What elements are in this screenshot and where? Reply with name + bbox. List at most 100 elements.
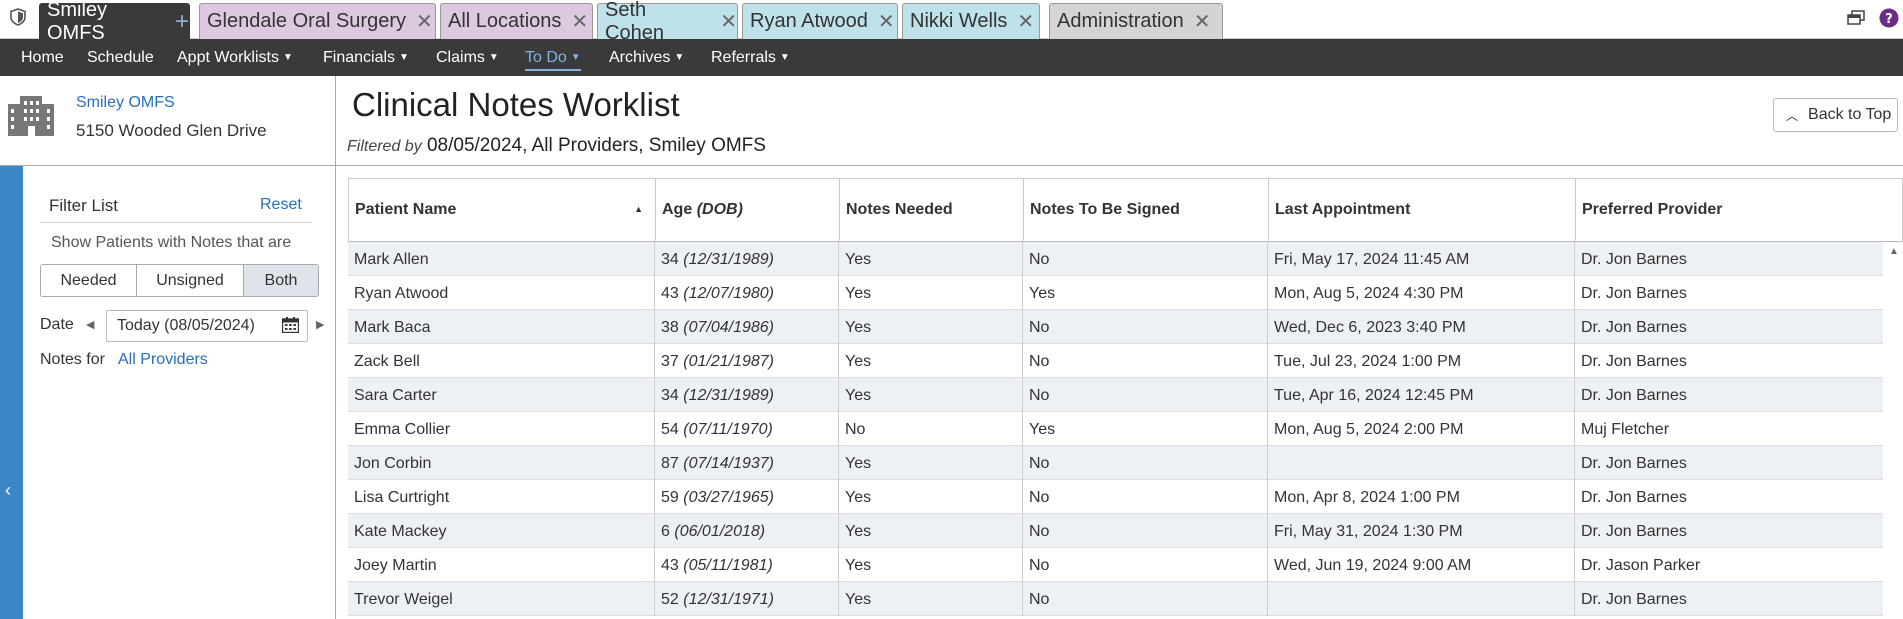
menu-home[interactable]: Home — [21, 49, 64, 67]
menu-claims[interactable]: Claims ▼ — [436, 49, 499, 67]
cell-last-appt: Wed, Dec 6, 2023 3:40 PM — [1268, 310, 1575, 344]
cell-age: 59 — [661, 489, 679, 506]
tab-nikki-wells[interactable]: Nikki Wells ✕ — [902, 3, 1040, 39]
table-row[interactable]: Trevor Weigel 52 (12/31/1971) Yes No Dr. Jon… — [348, 582, 1883, 616]
tab-glendale-oral-surgery[interactable]: Glendale Oral Surgery ✕ — [199, 3, 436, 39]
filter-reset-link[interactable]: Reset — [260, 196, 302, 214]
cell-to-sign: No — [1023, 310, 1268, 344]
close-icon[interactable]: ✕ — [720, 12, 737, 32]
table-row[interactable]: Jon Corbin 87 (07/14/1937) Yes No Dr. Jon Ba… — [348, 446, 1883, 480]
cell-to-sign: No — [1023, 344, 1268, 378]
page-title: Clinical Notes Worklist — [352, 86, 680, 123]
menu-referrals[interactable]: Referrals ▼ — [711, 49, 790, 67]
table-row[interactable]: Joey Martin 43 (05/11/1981) Yes No Wed, Jun … — [348, 548, 1883, 582]
cell-provider: Dr. Jon Barnes — [1581, 489, 1687, 506]
table-row[interactable]: Emma Collier 54 (07/11/1970) No Yes Mon, Aug… — [348, 412, 1883, 446]
table-row[interactable]: Kate Mackey 6 (06/01/2018) Yes No Fri, May 3… — [348, 514, 1883, 548]
caret-down-icon: ▼ — [570, 52, 581, 63]
table-row[interactable]: Mark Baca 38 (07/04/1986) Yes No Wed, Dec 6,… — [348, 310, 1883, 344]
table-row[interactable]: Zack Bell 37 (01/21/1987) Yes No Tue, Jul 23… — [348, 344, 1883, 378]
window-restore-icon[interactable] — [1847, 10, 1865, 26]
cell-age: 38 — [661, 319, 679, 336]
providers-filter-link[interactable]: All Providers — [118, 351, 208, 369]
cell-needed: Yes — [839, 582, 1023, 616]
column-label-dob: (DOB) — [696, 201, 743, 218]
column-label: Notes To Be Signed — [1030, 201, 1180, 218]
tab-seth-cohen[interactable]: Seth Cohen ✕ — [597, 0, 738, 44]
menu-label: Claims — [436, 49, 485, 66]
add-tab-icon[interactable]: + — [175, 9, 189, 34]
practice-name-link[interactable]: Smiley OMFS — [76, 94, 175, 112]
table-row[interactable]: Mark Allen 34 (12/31/1989) Yes No Fri, May 1… — [348, 242, 1883, 276]
col-patient-name[interactable]: Patient Name ▲ — [349, 179, 656, 242]
cell-provider: Dr. Jon Barnes — [1581, 353, 1687, 370]
close-icon[interactable]: ✕ — [878, 12, 895, 32]
help-icon[interactable]: ? — [1879, 8, 1899, 28]
filter-sidebar: ‹ Filter List Reset Show Patients with N… — [0, 166, 336, 619]
cell-to-sign: No — [1023, 446, 1268, 480]
menu-appt-worklists[interactable]: Appt Worklists ▼ — [177, 49, 293, 67]
caret-down-icon: ▼ — [674, 52, 685, 63]
menu-schedule[interactable]: Schedule — [87, 49, 154, 67]
cell-age-dob: 43 (12/07/1980) — [655, 276, 839, 310]
sidebar-collapse-bar[interactable]: ‹ — [0, 166, 23, 619]
col-age-dob[interactable]: Age (DOB) — [656, 179, 840, 242]
cell-age-dob: 37 (01/21/1987) — [655, 344, 839, 378]
table-row[interactable]: Lisa Curtright 59 (03/27/1965) Yes No Mon, A… — [348, 480, 1883, 514]
toggle-needed-button[interactable]: Needed — [41, 265, 137, 296]
cell-last-appt: Fri, May 17, 2024 11:45 AM — [1268, 242, 1575, 276]
practice-address: 5150 Wooded Glen Drive — [76, 121, 267, 140]
cell-needed: Yes — [839, 310, 1023, 344]
cell-age: 37 — [661, 353, 679, 370]
cell-name: Kate Mackey — [348, 514, 655, 548]
menu-financials[interactable]: Financials ▼ — [323, 49, 409, 67]
close-icon[interactable]: ✕ — [416, 12, 433, 32]
close-icon[interactable]: ✕ — [1194, 12, 1211, 32]
cell-provider: Dr. Jon Barnes — [1581, 387, 1687, 404]
menu-label: Archives — [609, 49, 671, 66]
tab-administration[interactable]: Administration ✕ — [1049, 3, 1223, 39]
calendar-icon[interactable] — [282, 317, 299, 333]
col-notes-to-be-signed[interactable]: Notes To Be Signed — [1024, 179, 1269, 242]
column-label: Preferred Provider — [1582, 201, 1723, 218]
cell-dob: (05/11/1981) — [683, 557, 773, 574]
col-notes-needed[interactable]: Notes Needed — [840, 179, 1024, 242]
tab-smiley-omfs[interactable]: Smiley OMFS + — [39, 0, 190, 44]
tab-label: Ryan Atwood — [750, 10, 868, 32]
cell-age: 54 — [661, 421, 679, 438]
filtered-by-summary: Filtered by 08/05/2024, All Providers, S… — [347, 135, 766, 157]
cell-provider: Dr. Jon Barnes — [1581, 319, 1687, 336]
close-icon[interactable]: ✕ — [1017, 12, 1034, 32]
notes-for-label: Notes for — [40, 351, 105, 368]
toggle-unsigned-button[interactable]: Unsigned — [137, 265, 244, 296]
cell-provider: Dr. Jon Barnes — [1581, 251, 1687, 268]
back-to-top-button[interactable]: ︿ Back to Top — [1773, 98, 1898, 132]
scroll-up-icon[interactable]: ▲ — [1889, 246, 1899, 257]
col-last-appointment[interactable]: Last Appointment — [1269, 179, 1576, 242]
menu-label: Schedule — [87, 49, 154, 66]
cell-needed: Yes — [839, 548, 1023, 582]
col-preferred-provider[interactable]: Preferred Provider — [1576, 179, 1902, 242]
cell-needed: Yes — [839, 514, 1023, 548]
toggle-both-button[interactable]: Both — [244, 265, 318, 296]
tab-ryan-atwood[interactable]: Ryan Atwood ✕ — [742, 3, 898, 39]
cell-age-dob: 34 (12/31/1989) — [655, 242, 839, 276]
table-row[interactable]: Ryan Atwood 43 (12/07/1980) Yes Yes Mon, Aug… — [348, 276, 1883, 310]
date-next-icon[interactable]: ▶ — [316, 318, 324, 331]
date-prev-icon[interactable]: ◀ — [86, 318, 94, 331]
tab-all-locations[interactable]: All Locations ✕ — [440, 3, 593, 39]
practice-header: Smiley OMFS 5150 Wooded Glen Drive — [0, 76, 336, 166]
show-patients-label: Show Patients with Notes that are — [51, 234, 292, 251]
close-icon[interactable]: ✕ — [571, 12, 588, 32]
column-label: Age — [662, 201, 693, 218]
date-input[interactable]: Today (08/05/2024) — [106, 310, 308, 342]
menu-archives[interactable]: Archives ▼ — [609, 49, 684, 67]
cell-last-appt: Mon, Apr 8, 2024 1:00 PM — [1268, 480, 1575, 514]
cell-to-sign: No — [1023, 378, 1268, 412]
cell-provider: Muj Fletcher — [1581, 421, 1670, 438]
cell-provider: Dr. Jon Barnes — [1581, 285, 1687, 302]
cell-dob: (12/31/1989) — [683, 251, 774, 268]
table-row[interactable]: Sara Carter 34 (12/31/1989) Yes No Tue, Apr … — [348, 378, 1883, 412]
menu-to-do[interactable]: To Do ▼ — [525, 49, 581, 71]
tab-label: Administration — [1057, 10, 1184, 32]
